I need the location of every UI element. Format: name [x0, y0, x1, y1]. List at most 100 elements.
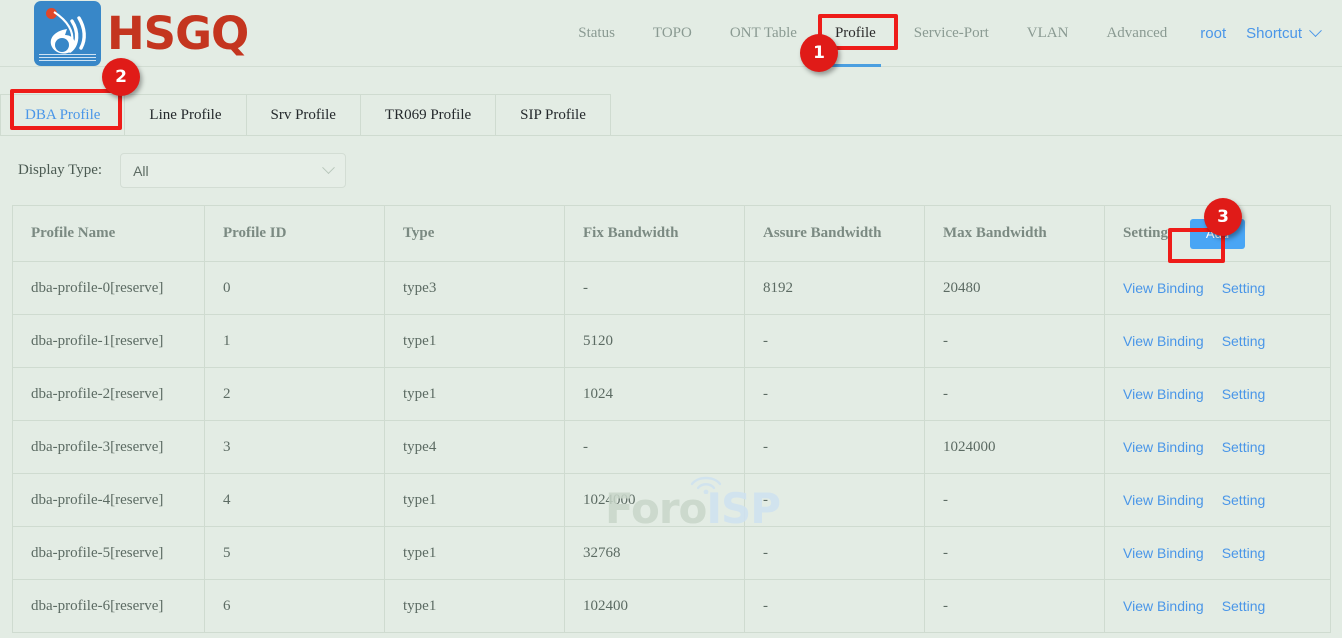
assure-bandwidth-cell: 8192 — [745, 262, 925, 315]
tab-line-profile[interactable]: Line Profile — [124, 94, 245, 135]
setting-link[interactable]: Setting — [1222, 280, 1266, 296]
column-header-type: Type — [385, 206, 565, 262]
row-actions-cell: View Binding Setting — [1105, 262, 1331, 315]
fix-bandwidth-cell: 1024 — [565, 368, 745, 421]
row-actions-cell: View Binding Setting — [1105, 527, 1331, 580]
row-actions-cell: View Binding Setting — [1105, 474, 1331, 527]
nav-item-advanced[interactable]: Advanced — [1087, 0, 1186, 67]
current-user-link[interactable]: root — [1186, 25, 1240, 42]
view-binding-link[interactable]: View Binding — [1123, 333, 1204, 349]
view-binding-link[interactable]: View Binding — [1123, 386, 1204, 402]
view-binding-link[interactable]: View Binding — [1123, 492, 1204, 508]
max-bandwidth-cell: - — [925, 315, 1105, 368]
setting-link[interactable]: Setting — [1222, 598, 1266, 614]
brand-name: HSGQ — [107, 11, 248, 56]
type-cell: type1 — [385, 368, 565, 421]
chevron-down-icon — [322, 161, 335, 174]
dba-profile-table-container: Profile Name Profile ID Type Fix Bandwid… — [12, 205, 1330, 633]
nav-item-service-port[interactable]: Service-Port — [895, 0, 1008, 67]
table-row: dba-profile-5[reserve]5type132768--View … — [13, 527, 1331, 580]
max-bandwidth-cell: - — [925, 474, 1105, 527]
hsgq-logo-icon — [34, 1, 101, 66]
type-cell: type1 — [385, 527, 565, 580]
type-cell: type1 — [385, 580, 565, 633]
table-row: dba-profile-2[reserve]2type11024--View B… — [13, 368, 1331, 421]
profile-id-cell: 5 — [205, 527, 385, 580]
setting-link[interactable]: Setting — [1222, 333, 1266, 349]
setting-header-label: Setting — [1123, 225, 1168, 242]
profile-id-cell: 0 — [205, 262, 385, 315]
row-actions-cell: View Binding Setting — [1105, 580, 1331, 633]
setting-link[interactable]: Setting — [1222, 545, 1266, 561]
tab-sip-profile[interactable]: SIP Profile — [495, 94, 611, 135]
type-cell: type3 — [385, 262, 565, 315]
view-binding-link[interactable]: View Binding — [1123, 598, 1204, 614]
view-binding-link[interactable]: View Binding — [1123, 280, 1204, 296]
setting-link[interactable]: Setting — [1222, 386, 1266, 402]
column-header-fix-bandwidth: Fix Bandwidth — [565, 206, 745, 262]
profile-id-cell: 2 — [205, 368, 385, 421]
profile-name-cell: dba-profile-5[reserve] — [13, 527, 205, 580]
logo-baseline-lines — [39, 54, 96, 63]
nav-item-status[interactable]: Status — [559, 0, 634, 67]
setting-link[interactable]: Setting — [1222, 492, 1266, 508]
table-row: dba-profile-3[reserve]3type4--1024000Vie… — [13, 421, 1331, 474]
column-header-setting: Setting Add — [1105, 206, 1331, 262]
row-actions-cell: View Binding Setting — [1105, 315, 1331, 368]
nav-item-ont-table[interactable]: ONT Table — [711, 0, 816, 67]
max-bandwidth-cell: - — [925, 527, 1105, 580]
assure-bandwidth-cell: - — [745, 527, 925, 580]
tab-dba-profile[interactable]: DBA Profile — [0, 94, 124, 135]
profile-name-cell: dba-profile-0[reserve] — [13, 262, 205, 315]
display-type-select[interactable]: All — [120, 153, 346, 188]
top-header-bar: HSGQ Status TOPO ONT Table Profile Servi… — [0, 0, 1342, 67]
table-body: dba-profile-0[reserve]0type3-819220480Vi… — [13, 262, 1331, 633]
profile-name-cell: dba-profile-2[reserve] — [13, 368, 205, 421]
assure-bandwidth-cell: - — [745, 368, 925, 421]
column-header-max-bandwidth: Max Bandwidth — [925, 206, 1105, 262]
dba-profile-table: Profile Name Profile ID Type Fix Bandwid… — [12, 205, 1331, 633]
table-row: dba-profile-4[reserve]4type11024000--Vie… — [13, 474, 1331, 527]
profile-id-cell: 6 — [205, 580, 385, 633]
nav-item-vlan[interactable]: VLAN — [1008, 0, 1088, 67]
assure-bandwidth-cell: - — [745, 580, 925, 633]
nav-item-profile[interactable]: Profile — [816, 0, 895, 67]
fix-bandwidth-cell: 1024000 — [565, 474, 745, 527]
brand-logo: HSGQ — [34, 1, 248, 66]
tab-tr069-profile[interactable]: TR069 Profile — [360, 94, 495, 135]
fix-bandwidth-cell: 5120 — [565, 315, 745, 368]
chevron-down-icon — [1309, 24, 1322, 37]
fix-bandwidth-cell: 102400 — [565, 580, 745, 633]
fix-bandwidth-cell: - — [565, 421, 745, 474]
nav-item-topo[interactable]: TOPO — [634, 0, 711, 67]
assure-bandwidth-cell: - — [745, 315, 925, 368]
profile-id-cell: 1 — [205, 315, 385, 368]
profile-name-cell: dba-profile-4[reserve] — [13, 474, 205, 527]
profile-name-cell: dba-profile-1[reserve] — [13, 315, 205, 368]
assure-bandwidth-cell: - — [745, 474, 925, 527]
column-header-profile-id: Profile ID — [205, 206, 385, 262]
profile-name-cell: dba-profile-6[reserve] — [13, 580, 205, 633]
type-cell: type1 — [385, 315, 565, 368]
column-header-assure-bandwidth: Assure Bandwidth — [745, 206, 925, 262]
profile-id-cell: 4 — [205, 474, 385, 527]
view-binding-link[interactable]: View Binding — [1123, 545, 1204, 561]
add-button[interactable]: Add — [1190, 219, 1245, 249]
main-navigation: Status TOPO ONT Table Profile Service-Po… — [559, 0, 1342, 67]
profile-tab-strip: DBA Profile Line Profile Srv Profile TR0… — [0, 67, 1342, 136]
assure-bandwidth-cell: - — [745, 421, 925, 474]
table-row: dba-profile-0[reserve]0type3-819220480Vi… — [13, 262, 1331, 315]
type-cell: type4 — [385, 421, 565, 474]
type-cell: type1 — [385, 474, 565, 527]
fix-bandwidth-cell: - — [565, 262, 745, 315]
column-header-profile-name: Profile Name — [13, 206, 205, 262]
table-row: dba-profile-1[reserve]1type15120--View B… — [13, 315, 1331, 368]
max-bandwidth-cell: - — [925, 580, 1105, 633]
setting-link[interactable]: Setting — [1222, 439, 1266, 455]
shortcut-menu[interactable]: Shortcut — [1240, 25, 1332, 42]
view-binding-link[interactable]: View Binding — [1123, 439, 1204, 455]
tab-srv-profile[interactable]: Srv Profile — [246, 94, 360, 135]
display-type-value: All — [133, 163, 324, 179]
max-bandwidth-cell: 20480 — [925, 262, 1105, 315]
profile-name-cell: dba-profile-3[reserve] — [13, 421, 205, 474]
